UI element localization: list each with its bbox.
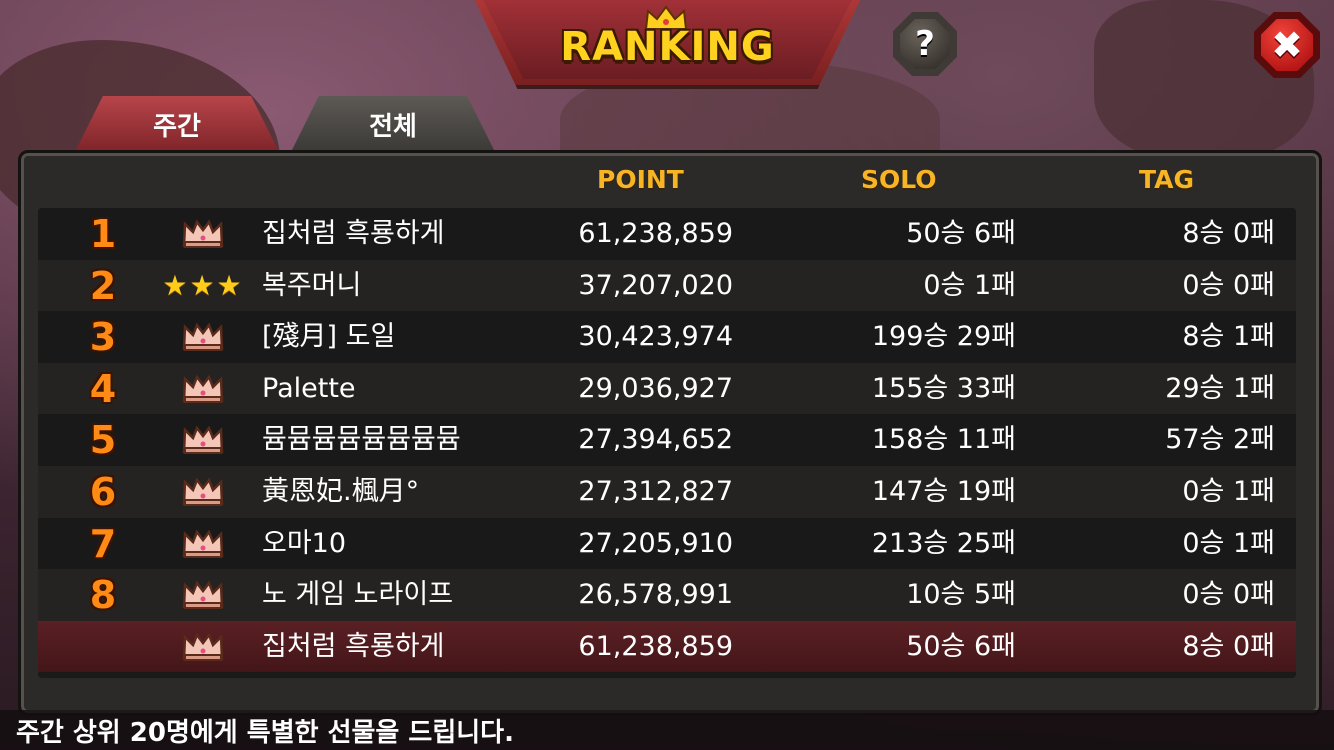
rank-number: 3 bbox=[89, 315, 117, 360]
solo-record: 213승 25패 bbox=[871, 527, 1016, 559]
rank-number: 2 bbox=[89, 263, 117, 308]
ranking-row[interactable]: 7 오마10 27,205,910 213승 25패 0승 1패 bbox=[38, 517, 1296, 570]
tag-record: 8승 0패 bbox=[1182, 630, 1275, 662]
crown-icon bbox=[182, 477, 224, 506]
point-value: 37,207,020 bbox=[578, 269, 733, 301]
crown-icon bbox=[182, 529, 224, 558]
solo-record: 0승 1패 bbox=[923, 269, 1016, 301]
point-value: 27,312,827 bbox=[578, 475, 733, 507]
tag-record: 0승 0패 bbox=[1182, 269, 1275, 301]
rank-number: 5 bbox=[89, 418, 117, 463]
tag-record: 29승 1패 bbox=[1165, 372, 1275, 404]
ranking-row[interactable]: 2 ★★★ 복주머니 37,207,020 0승 1패 0승 0패 bbox=[38, 259, 1296, 312]
tag-record: 0승 1패 bbox=[1182, 527, 1275, 559]
ranking-row[interactable]: 5 뮴뮴뮴뮴뮴뮴뮴뮴 27,394,652 158승 11패 57승 2패 bbox=[38, 414, 1296, 466]
rank-badge bbox=[148, 414, 258, 466]
rank-badge bbox=[148, 208, 258, 260]
rank-number: 4 bbox=[89, 366, 117, 411]
point-value: 27,205,910 bbox=[578, 527, 733, 559]
ranking-row[interactable]: 1 집처럼 흑룡하게 61,238,859 50승 6패 8승 0패 bbox=[38, 208, 1296, 260]
point-value: 61,238,859 bbox=[578, 218, 733, 249]
solo-record: 10승 5패 bbox=[906, 579, 1016, 611]
rank-badge bbox=[148, 466, 258, 518]
point-value: 30,423,974 bbox=[578, 321, 733, 353]
player-name: Palette bbox=[262, 372, 356, 404]
tab-all[interactable]: 전체 bbox=[290, 96, 496, 154]
footer-notice: 주간 상위 20명에게 특별한 선물을 드립니다. bbox=[16, 718, 514, 748]
ranking-row[interactable]: 6 黃恩妃.楓月° 27,312,827 147승 19패 0승 1패 bbox=[38, 465, 1296, 518]
star-icon: ★★★ bbox=[162, 268, 244, 302]
tag-record: 8승 1패 bbox=[1182, 321, 1275, 353]
column-header-point: POINT bbox=[597, 165, 684, 194]
solo-record: 50승 6패 bbox=[906, 630, 1016, 662]
rank-number: 8 bbox=[89, 573, 117, 618]
player-name: 집처럼 흑룡하게 bbox=[262, 630, 445, 662]
tag-record: 0승 1패 bbox=[1182, 475, 1275, 507]
crown-icon bbox=[182, 632, 224, 661]
point-value: 27,394,652 bbox=[578, 424, 733, 456]
ranking-row[interactable]: 8 노 게임 노라이프 26,578,991 10승 5패 0승 0패 bbox=[38, 569, 1296, 621]
tag-record: 0승 0패 bbox=[1182, 579, 1275, 611]
solo-record: 158승 11패 bbox=[871, 424, 1016, 456]
tab-weekly[interactable]: 주간 bbox=[74, 96, 280, 154]
player-name: 복주머니 bbox=[262, 269, 362, 301]
rank-badge: ★★★ bbox=[148, 260, 258, 312]
column-header-tag: TAG bbox=[1139, 165, 1194, 194]
player-name: [殘月] 도일 bbox=[262, 321, 396, 353]
player-name: 노 게임 노라이프 bbox=[262, 579, 454, 611]
crown-icon bbox=[182, 580, 224, 610]
rank-number: 7 bbox=[89, 521, 117, 566]
rank-badge bbox=[148, 311, 258, 363]
help-icon[interactable]: ? bbox=[900, 19, 950, 69]
rank-number: 1 bbox=[89, 212, 117, 256]
point-value: 61,238,859 bbox=[578, 630, 733, 662]
solo-record: 147승 19패 bbox=[871, 475, 1016, 507]
player-name: 오마10 bbox=[262, 527, 347, 559]
point-value: 26,578,991 bbox=[578, 579, 733, 611]
rank-number: 6 bbox=[89, 469, 117, 514]
my-ranking-row[interactable]: 집처럼 흑룡하게 61,238,859 50승 6패 8승 0패 bbox=[38, 620, 1296, 673]
rank-badge bbox=[148, 363, 258, 415]
ranking-row[interactable]: 3 [殘月] 도일 30,423,974 199승 29패 8승 1패 bbox=[38, 311, 1296, 363]
solo-record: 50승 6패 bbox=[906, 218, 1016, 249]
rank-badge bbox=[148, 621, 258, 673]
player-name: 黃恩妃.楓月° bbox=[262, 475, 420, 507]
crown-icon bbox=[182, 425, 224, 455]
tag-record: 57승 2패 bbox=[1165, 424, 1275, 456]
page-title: RANKING bbox=[560, 24, 775, 70]
solo-record: 199승 29패 bbox=[871, 321, 1016, 353]
close-icon[interactable]: ✖ bbox=[1261, 19, 1313, 71]
crown-icon bbox=[182, 322, 224, 352]
tag-record: 8승 0패 bbox=[1182, 218, 1275, 249]
player-name: 집처럼 흑룡하게 bbox=[262, 218, 445, 249]
rank-badge bbox=[148, 518, 258, 570]
point-value: 29,036,927 bbox=[578, 372, 733, 404]
ranking-row[interactable]: 4 Palette 29,036,927 155승 33패 29승 1패 bbox=[38, 362, 1296, 415]
rank-badge bbox=[148, 569, 258, 621]
crown-icon bbox=[182, 374, 224, 403]
solo-record: 155승 33패 bbox=[871, 372, 1016, 404]
player-name: 뮴뮴뮴뮴뮴뮴뮴뮴 bbox=[262, 424, 461, 456]
crown-icon bbox=[182, 219, 224, 248]
column-header-solo: SOLO bbox=[861, 165, 937, 194]
ranking-list[interactable]: 1 집처럼 흑룡하게 61,238,859 50승 6패 8승 0패 2 ★★★ 복주머니 37… bbox=[38, 208, 1296, 678]
